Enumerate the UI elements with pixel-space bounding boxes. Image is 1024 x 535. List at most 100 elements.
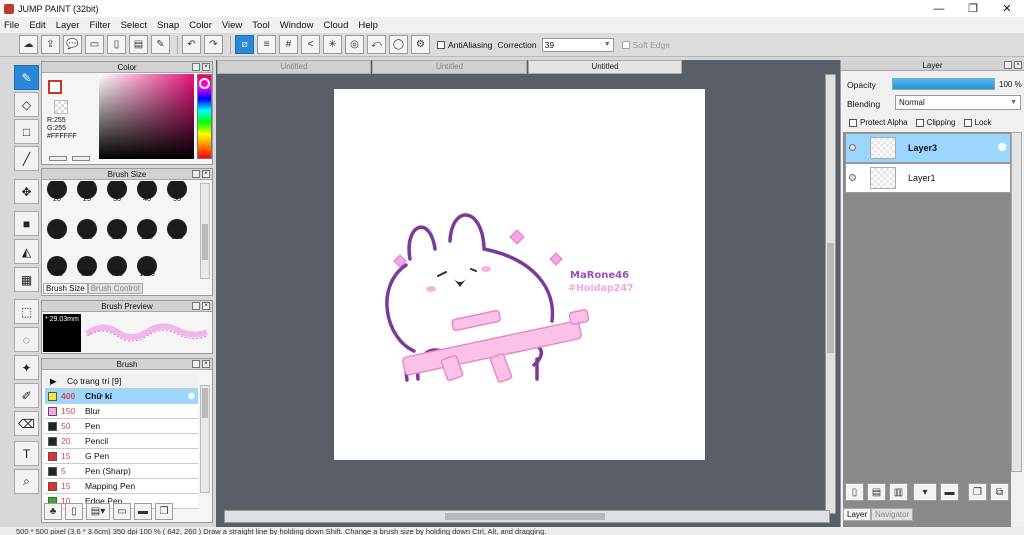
hue-slider[interactable] (197, 74, 212, 159)
tab-untitled-1[interactable]: Untitled (217, 60, 371, 74)
duplicate-icon[interactable]: ❐ (155, 503, 173, 520)
menu-view[interactable]: View (222, 20, 242, 31)
duplicate-layer-icon[interactable]: ❐ (968, 483, 987, 501)
layer-row-layer1[interactable]: Layer1 (845, 163, 1011, 193)
gradient-tool-icon[interactable]: ▦ (14, 267, 39, 292)
brush-item[interactable]: 50 Pen (45, 419, 198, 434)
layer-folder-icon[interactable]: ▬ (940, 483, 959, 501)
new-layer-2-icon[interactable]: ▤ (867, 483, 886, 501)
saturation-value-picker[interactable] (99, 74, 194, 159)
lock-checkbox[interactable] (963, 118, 972, 127)
protect-alpha-checkbox[interactable] (849, 118, 857, 127)
folder-icon[interactable]: ▬ (134, 503, 152, 520)
float-icon[interactable] (192, 63, 200, 71)
correction-select[interactable]: 39 ▼ (541, 37, 614, 52)
brush-copy-menu-icon[interactable]: ▤▾ (86, 503, 110, 520)
fill-rect-tool-icon[interactable]: ■ (14, 211, 39, 236)
menu-snap[interactable]: Snap (157, 20, 179, 31)
bucket-tool-icon[interactable]: ◭ (14, 239, 39, 264)
edit-panel-icon[interactable]: ✎ (151, 35, 170, 54)
restore-button[interactable]: ❐ (956, 0, 990, 17)
visibility-icon[interactable] (849, 174, 856, 181)
tab-brush-control[interactable]: Brush Control (87, 283, 143, 294)
swap-colors-button[interactable] (49, 156, 67, 161)
layer-row-layer3[interactable]: Layer3 ✺ (845, 133, 1011, 163)
radial-snap-icon[interactable]: ✳ (323, 35, 342, 54)
brush-tool-icon[interactable]: ✎ (14, 65, 39, 90)
export-icon[interactable]: ⇪ (41, 35, 60, 54)
hue-handle[interactable] (199, 78, 210, 89)
new-layer-3-icon[interactable]: ▥ (889, 483, 908, 501)
lasso-tool-icon[interactable]: ◌ (14, 327, 39, 352)
select-eraser-icon[interactable]: ⌫ (14, 411, 39, 436)
antialiasing-checkbox[interactable] (437, 40, 445, 49)
snap-settings-icon[interactable]: ⚙ (411, 35, 430, 54)
brush-item[interactable]: 20 Pencil (45, 434, 198, 449)
document-canvas[interactable]: MaRone46 #Hoidap247 (334, 89, 705, 460)
menu-edit[interactable]: Edit (29, 20, 45, 31)
new-layer-icon[interactable]: ▯ (845, 483, 864, 501)
parallel-snap-icon[interactable]: ≡ (257, 35, 276, 54)
grid-snap-icon[interactable]: # (279, 35, 298, 54)
new-brush-icon[interactable]: ▯ (65, 503, 83, 520)
menu-help[interactable]: Help (358, 20, 378, 31)
menu-cloud[interactable]: Cloud (324, 20, 349, 31)
cloud-icon[interactable]: ☁ (19, 35, 38, 54)
brush-settings-icon[interactable]: ▭ (113, 503, 131, 520)
menu-file[interactable]: File (4, 20, 19, 31)
menu-window[interactable]: Window (280, 20, 314, 31)
float-icon[interactable] (1004, 61, 1012, 69)
layer-list-scrollbar[interactable] (1011, 132, 1022, 472)
tab-layer[interactable]: Layer (843, 508, 872, 521)
close-icon[interactable]: × (1014, 61, 1022, 69)
opacity-slider[interactable] (892, 78, 995, 90)
brush-item[interactable]: 150 Blur (45, 404, 198, 419)
undo-icon[interactable]: ↶ (182, 35, 201, 54)
gear-icon[interactable]: ✺ (998, 141, 1007, 154)
line-tool-icon[interactable]: ╱ (14, 146, 39, 171)
text-tool-icon[interactable]: T (14, 441, 39, 466)
close-icon[interactable]: × (202, 170, 210, 178)
magic-wand-icon[interactable]: ✦ (14, 355, 39, 380)
zoom-tool-icon[interactable]: ⌕ (14, 469, 39, 494)
canvas-vertical-scrollbar[interactable] (825, 74, 836, 514)
blending-select[interactable]: Normal ▼ (895, 95, 1021, 110)
ellipse-snap-icon[interactable]: ◯ (389, 35, 408, 54)
brush-item[interactable]: 5 Pen (Sharp) (45, 464, 198, 479)
page-icon[interactable]: ▯ (107, 35, 126, 54)
brush-download-icon[interactable]: ♣ (44, 503, 62, 520)
close-button[interactable]: ✕ (990, 0, 1024, 17)
select-rect-icon[interactable]: ⬚ (14, 299, 39, 324)
eraser-tool-icon[interactable]: ◇ (14, 92, 39, 117)
snap-off-icon[interactable]: ⧄ (235, 35, 254, 54)
menu-layer[interactable]: Layer (56, 20, 80, 31)
brush-item[interactable]: 15 G Pen (45, 449, 198, 464)
float-icon[interactable] (192, 170, 200, 178)
visibility-icon[interactable] (849, 144, 856, 151)
reset-colors-button[interactable] (72, 156, 90, 161)
select-pen-icon[interactable]: ✐ (14, 383, 39, 408)
background-color-swatch[interactable] (54, 100, 68, 114)
brush-size-scrollbar[interactable] (200, 183, 210, 279)
menu-tool[interactable]: Tool (252, 20, 269, 31)
tab-untitled-3[interactable]: Untitled (528, 60, 682, 74)
menu-filter[interactable]: Filter (89, 20, 110, 31)
close-icon[interactable]: × (202, 302, 210, 310)
tab-brush-size[interactable]: Brush Size (43, 283, 88, 294)
vanishing-snap-icon[interactable]: < (301, 35, 320, 54)
minimize-button[interactable]: — (922, 0, 956, 17)
panel-icon[interactable]: ▤ (129, 35, 148, 54)
curve-snap-icon[interactable]: ⤺ (367, 35, 386, 54)
brush-list-scrollbar[interactable] (200, 385, 210, 493)
menu-color[interactable]: Color (189, 20, 212, 31)
move-tool-icon[interactable]: ✥ (14, 179, 39, 204)
float-icon[interactable] (192, 302, 200, 310)
speech-bubble-icon[interactable]: 💬 (63, 35, 82, 54)
merge-layer-icon[interactable]: ⧉ (990, 483, 1009, 501)
close-icon[interactable]: × (202, 360, 210, 368)
close-icon[interactable]: × (202, 63, 210, 71)
clipping-checkbox[interactable] (915, 118, 924, 127)
foreground-color-swatch[interactable] (48, 80, 62, 94)
brush-item[interactable]: 15 Mapping Pen (45, 479, 198, 494)
brush-item[interactable]: 400 Chữ kí ✺ (45, 389, 198, 404)
